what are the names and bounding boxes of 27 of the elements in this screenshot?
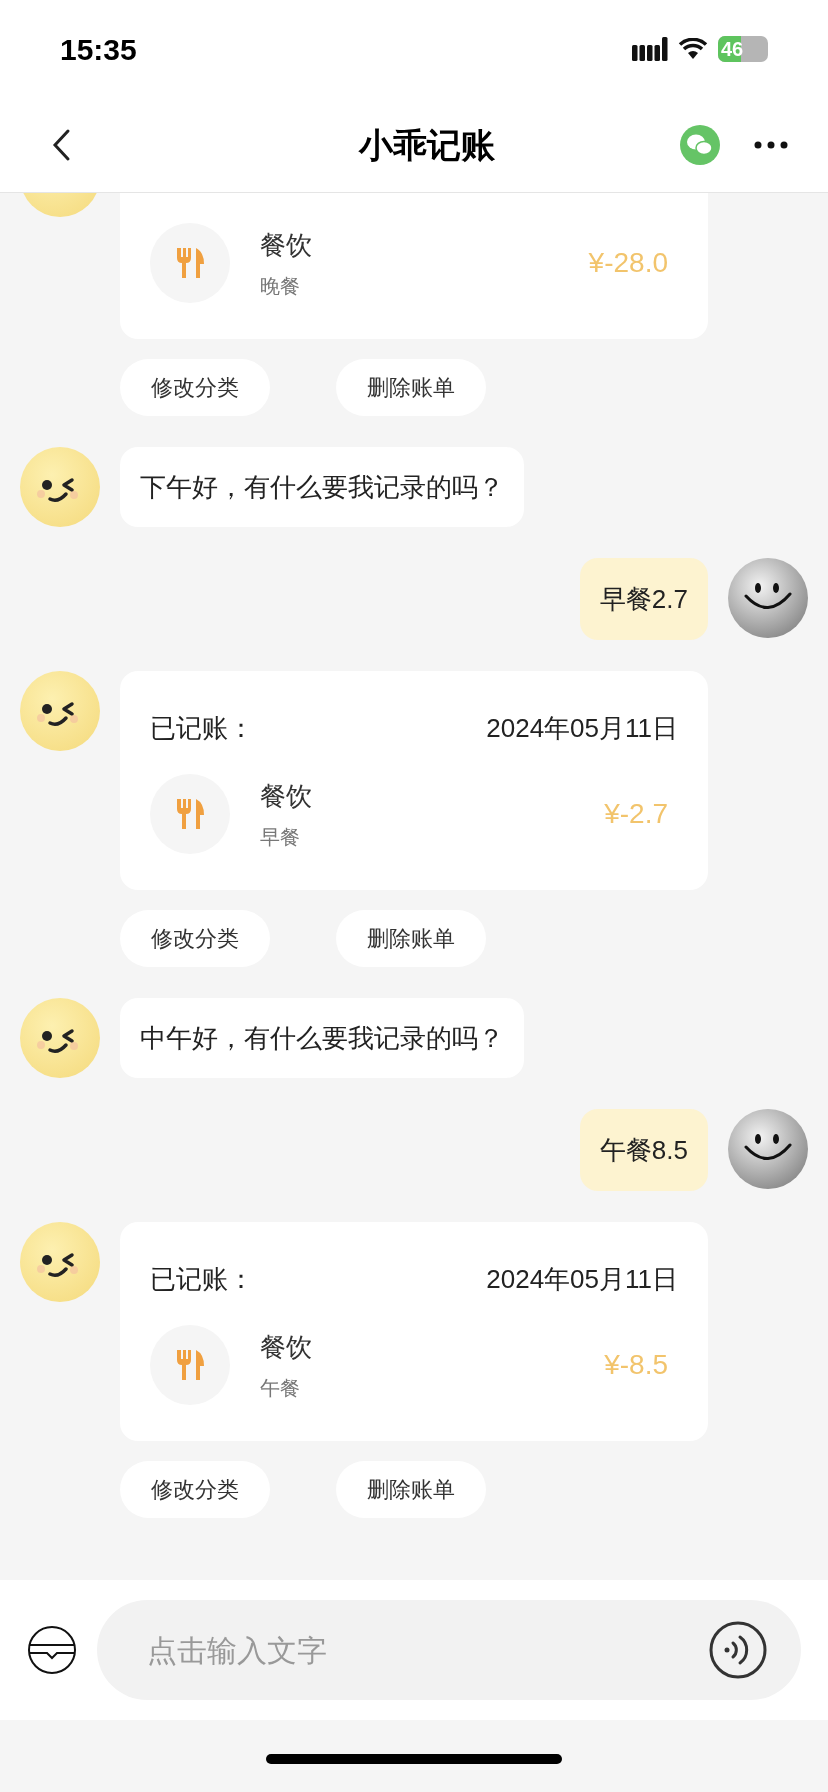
user-message: 早餐2.7 [579, 558, 708, 640]
battery-indicator: 46 [718, 36, 768, 62]
record-amount: ¥-2.7 [604, 797, 668, 831]
record-date: 2024年05月11日 [486, 1263, 678, 1296]
action-chip[interactable]: 删除账单 [336, 1461, 486, 1518]
record-title: 已记账： [150, 1263, 254, 1296]
record-title: 已记账： [150, 712, 254, 745]
record-note: 早餐 [260, 824, 301, 850]
user-message: 午餐8.5 [579, 1109, 708, 1191]
record-date: 2024年05月11日 [486, 712, 678, 745]
record-note: 晚餐 [260, 273, 301, 299]
bot-message: 下午好，有什么要我记录的吗？ [120, 447, 524, 527]
record-amount: ¥-28.0 [588, 246, 668, 280]
text-input-field[interactable]: 点击输入文字 [97, 1600, 801, 1700]
action-chip[interactable]: 修改分类 [120, 1461, 270, 1518]
record-note: 午餐 [260, 1375, 301, 1401]
record-amount: ¥-8.5 [604, 1348, 668, 1382]
bot-message: 中午好，有什么要我记录的吗？ [120, 998, 524, 1078]
action-chip[interactable]: 修改分类 [120, 910, 270, 967]
category-name: 餐饮 [260, 779, 313, 813]
category-name: 餐饮 [260, 228, 313, 262]
action-chip[interactable]: 删除账单 [336, 910, 486, 967]
category-name: 餐饮 [260, 1330, 313, 1364]
status-time: 15:35 [60, 31, 137, 68]
page-title: 小乖记账 [357, 124, 496, 166]
action-chip[interactable]: 删除账单 [336, 359, 486, 416]
action-chip[interactable]: 修改分类 [120, 359, 270, 416]
